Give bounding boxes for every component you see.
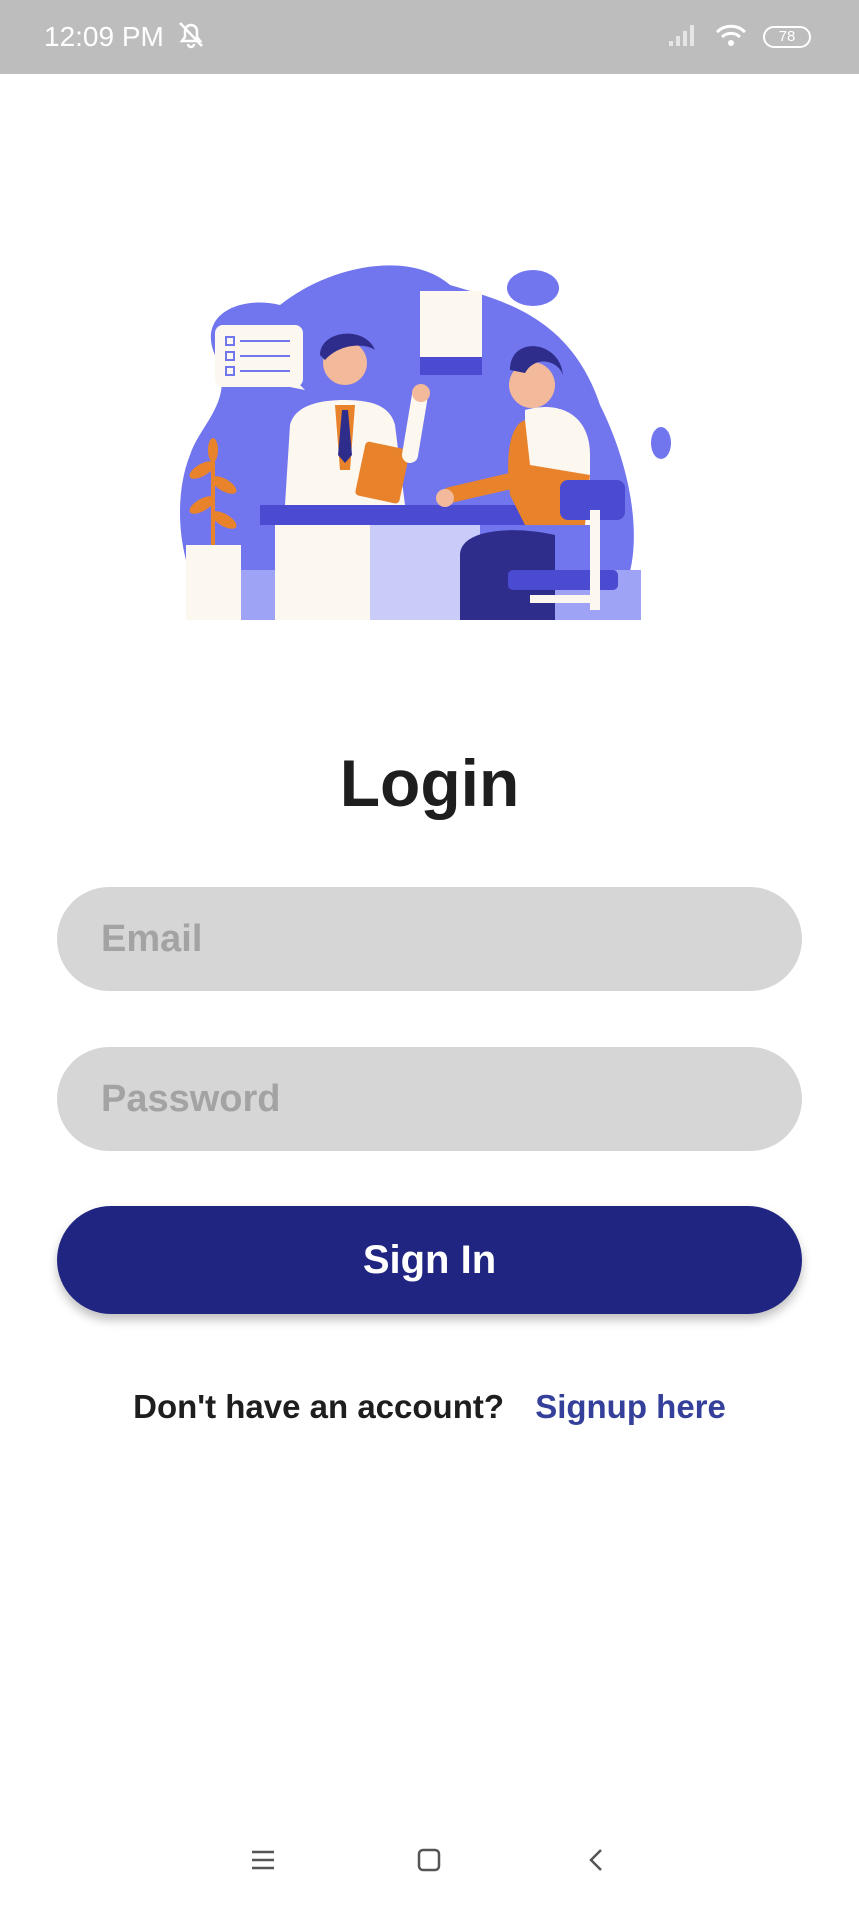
password-field[interactable] [57,1047,802,1151]
signup-link[interactable]: Signup here [535,1388,726,1425]
alarm-off-icon [174,19,208,56]
signup-row: Don't have an account? Signup here [0,1388,859,1426]
sign-in-button[interactable]: Sign In [57,1206,802,1314]
status-time: 12:09 PM [44,21,164,52]
doctor-patient-illustration [180,255,680,625]
battery-icon: 78 [763,26,811,48]
signup-prompt: Don't have an account? [133,1388,505,1425]
status-right: 78 [667,23,811,52]
signal-icon [667,23,699,52]
email-field[interactable] [57,887,802,991]
login-screen: 12:09 PM 78 Login Email Sign In Don't ha… [0,0,859,1908]
menu-icon[interactable] [243,1840,283,1880]
back-icon[interactable] [576,1840,616,1880]
status-left: 12:09 PM [44,19,208,56]
page-title: Login [339,746,520,820]
navigation-bar [0,1830,859,1890]
status-bar: 12:09 PM 78 [0,0,859,74]
home-icon[interactable] [409,1840,449,1880]
wifi-icon [715,23,747,52]
